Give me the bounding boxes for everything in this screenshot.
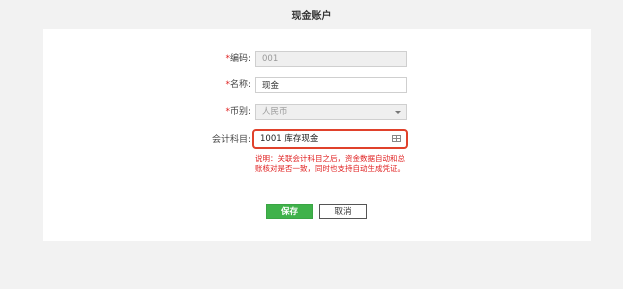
name-label-text: 名称: (229, 80, 251, 90)
form-row-code: *编码: (43, 51, 591, 67)
currency-label: *币别: (225, 104, 251, 120)
code-label: *编码: (225, 51, 251, 67)
form-row-name: *名称: (43, 77, 591, 93)
name-label: *名称: (225, 77, 251, 93)
save-button[interactable]: 保存 (266, 204, 313, 219)
name-input[interactable] (255, 77, 407, 93)
currency-select[interactable]: 人民币 (255, 104, 407, 120)
form-row-account-subject: 会计科目: 1001 库存现金 (43, 129, 591, 149)
account-subject-label: 会计科目: (211, 135, 251, 145)
code-input (255, 51, 407, 67)
form-card: *编码: *名称: *币别: 人民币 会计科目: 1001 库存现金 说明：关联… (43, 29, 591, 241)
code-label-text: 编码: (229, 54, 251, 64)
account-subject-input[interactable]: 1001 库存现金 (252, 129, 408, 149)
cancel-button[interactable]: 取消 (319, 204, 367, 219)
account-subject-note: 说明：关联会计科目之后，资金数据自动和总账核对是否一致，同时也支持自动生成凭证。 (255, 154, 405, 173)
currency-select-value: 人民币 (262, 107, 288, 117)
form-row-currency: *币别: 人民币 (43, 104, 591, 120)
page-title: 现金账户 (291, 11, 332, 22)
currency-label-text: 币别: (229, 107, 251, 117)
chevron-down-icon (395, 111, 401, 114)
grid-icon[interactable] (392, 135, 401, 142)
account-subject-value: 1001 库存现金 (260, 134, 319, 144)
